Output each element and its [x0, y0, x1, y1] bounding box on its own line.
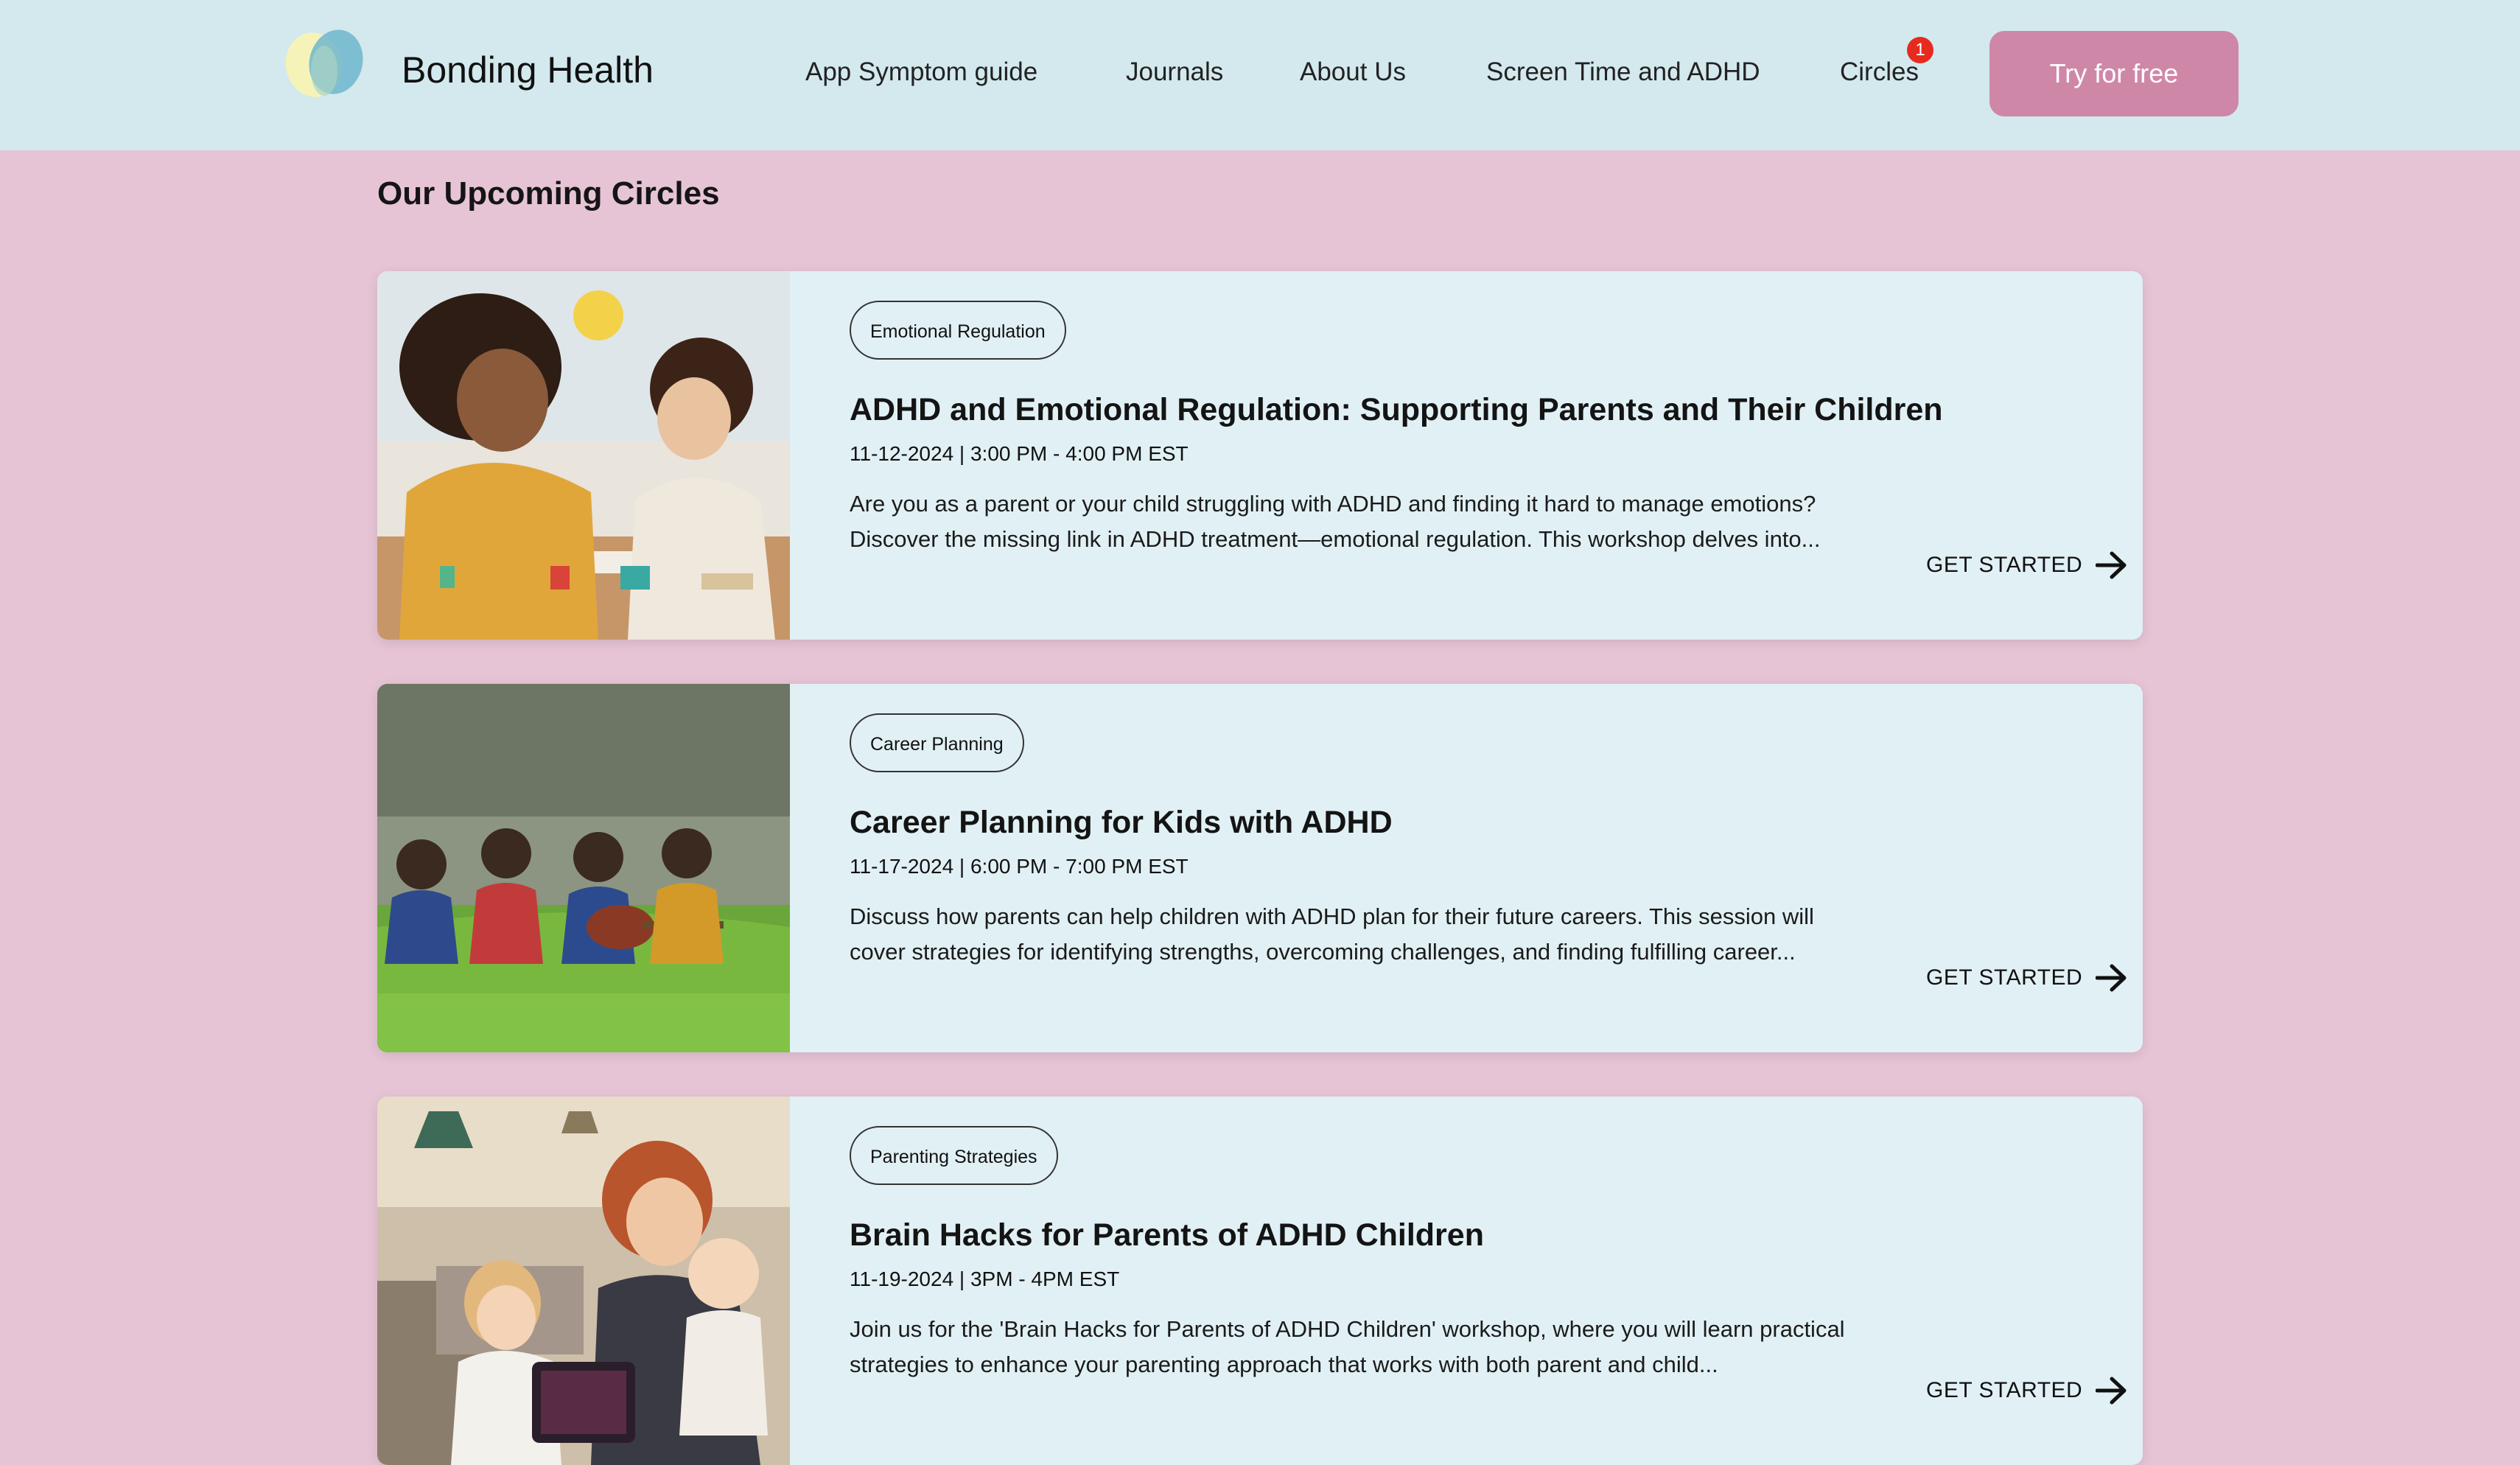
- try-for-free-button[interactable]: Try for free: [1989, 31, 2239, 116]
- card-image-mother-children-tablet: [377, 1097, 790, 1465]
- arrow-right-icon: [2096, 1377, 2127, 1405]
- circle-title[interactable]: Career Planning for Kids with ADHD: [850, 805, 1393, 841]
- card-image-mother-daughter: [377, 271, 790, 640]
- get-started-button[interactable]: GET STARTED: [1926, 547, 2128, 584]
- site-header: Bonding Health App Symptom guide Journal…: [0, 0, 2520, 150]
- circle-card[interactable]: Emotional Regulation ADHD and Emotional …: [377, 271, 2143, 640]
- get-started-label: GET STARTED: [1926, 1378, 2083, 1402]
- circle-title[interactable]: Brain Hacks for Parents of ADHD Children: [850, 1217, 1484, 1254]
- circle-title[interactable]: ADHD and Emotional Regulation: Supportin…: [850, 392, 1943, 428]
- get-started-button[interactable]: GET STARTED: [1926, 959, 2128, 996]
- page-title: Our Upcoming Circles: [377, 175, 720, 211]
- nav-screen-time-adhd[interactable]: Screen Time and ADHD: [1486, 57, 1760, 87]
- heart-logo-icon[interactable]: [283, 29, 365, 103]
- category-tag: Parenting Strategies: [850, 1126, 1058, 1185]
- circle-date: 11-12-2024 | 3:00 PM - 4:00 PM EST: [850, 442, 1189, 465]
- circle-date: 11-19-2024 | 3PM - 4PM EST: [850, 1268, 1120, 1290]
- nav-app-symptom-guide[interactable]: App Symptom guide: [805, 57, 1037, 87]
- nav-journals[interactable]: Journals: [1126, 57, 1223, 87]
- circle-date: 11-17-2024 | 6:00 PM - 7:00 PM EST: [850, 855, 1189, 878]
- brand-name[interactable]: Bonding Health: [402, 49, 654, 91]
- get-started-button[interactable]: GET STARTED: [1926, 1372, 2128, 1409]
- circle-card[interactable]: Career Planning Career Planning for Kids…: [377, 684, 2143, 1052]
- circles-notification-badge: 1: [1907, 37, 1933, 63]
- get-started-label: GET STARTED: [1926, 965, 2083, 990]
- arrow-right-icon: [2096, 551, 2127, 579]
- nav-about-us[interactable]: About Us: [1300, 57, 1406, 87]
- arrow-right-icon: [2096, 964, 2127, 992]
- nav-circles[interactable]: Circles: [1840, 57, 1919, 87]
- get-started-label: GET STARTED: [1926, 553, 2083, 577]
- circle-card[interactable]: Parenting Strategies Brain Hacks for Par…: [377, 1097, 2143, 1465]
- category-tag: Emotional Regulation: [850, 301, 1066, 360]
- circle-description: Discuss how parents can help children wi…: [850, 903, 1814, 965]
- circle-description: Are you as a parent or your child strugg…: [850, 491, 1821, 552]
- category-tag: Career Planning: [850, 713, 1024, 772]
- circle-description: Join us for the 'Brain Hacks for Parents…: [850, 1316, 1845, 1377]
- card-image-kids-in-grass: [377, 684, 790, 1052]
